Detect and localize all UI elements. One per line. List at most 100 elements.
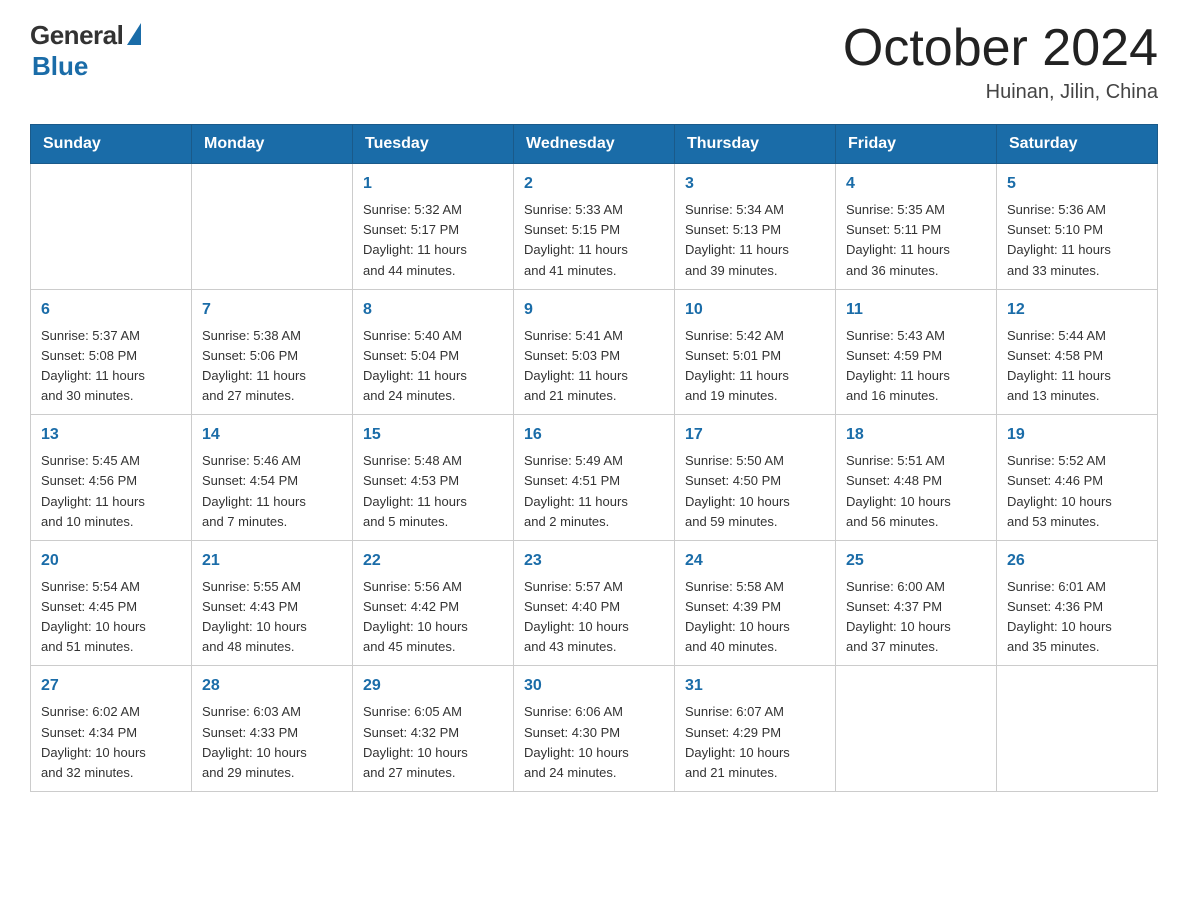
day-number: 10 [685, 298, 825, 322]
day-number: 23 [524, 549, 664, 573]
day-info: Sunrise: 6:03 AM Sunset: 4:33 PM Dayligh… [202, 702, 342, 783]
day-number: 28 [202, 674, 342, 698]
day-info: Sunrise: 5:41 AM Sunset: 5:03 PM Dayligh… [524, 326, 664, 407]
calendar-week-row: 27 Sunrise: 6:02 AM Sunset: 4:34 PM Dayli… [31, 666, 1158, 792]
day-info: Sunrise: 6:07 AM Sunset: 4:29 PM Dayligh… [685, 702, 825, 783]
day-info: Sunrise: 5:38 AM Sunset: 5:06 PM Dayligh… [202, 326, 342, 407]
calendar-table: SundayMondayTuesdayWednesdayThursdayFrid… [30, 124, 1158, 792]
calendar-day-cell: 28 Sunrise: 6:03 AM Sunset: 4:33 PM Dayli… [192, 666, 353, 792]
day-info: Sunrise: 5:48 AM Sunset: 4:53 PM Dayligh… [363, 451, 503, 532]
day-info: Sunrise: 5:54 AM Sunset: 4:45 PM Dayligh… [41, 577, 181, 658]
day-info: Sunrise: 5:49 AM Sunset: 4:51 PM Dayligh… [524, 451, 664, 532]
page-header: General Blue October 2024 Huinan, Jilin,… [30, 20, 1158, 104]
calendar-day-cell: 10 Sunrise: 5:42 AM Sunset: 5:01 PM Dayli… [675, 289, 836, 415]
day-number: 20 [41, 549, 181, 573]
day-number: 22 [363, 549, 503, 573]
calendar-day-cell: 19Sunrise: 5:52 AM Sunset: 4:46 PM Dayli… [997, 415, 1158, 541]
day-info: Sunrise: 5:46 AM Sunset: 4:54 PM Dayligh… [202, 451, 342, 532]
day-number: 16 [524, 423, 664, 447]
month-title: October 2024 [843, 20, 1158, 77]
day-info: Sunrise: 6:00 AM Sunset: 4:37 PM Dayligh… [846, 577, 986, 658]
day-number: 5 [1007, 172, 1147, 196]
day-info: Sunrise: 5:45 AM Sunset: 4:56 PM Dayligh… [41, 451, 181, 532]
day-info: Sunrise: 6:02 AM Sunset: 4:34 PM Dayligh… [41, 702, 181, 783]
calendar-day-cell: 5 Sunrise: 5:36 AM Sunset: 5:10 PM Daylig… [997, 164, 1158, 290]
calendar-day-cell: 9Sunrise: 5:41 AM Sunset: 5:03 PM Daylig… [514, 289, 675, 415]
day-number: 31 [685, 674, 825, 698]
day-number: 12 [1007, 298, 1147, 322]
calendar-day-cell: 3Sunrise: 5:34 AM Sunset: 5:13 PM Daylig… [675, 164, 836, 290]
calendar-day-cell: 23 Sunrise: 5:57 AM Sunset: 4:40 PM Dayli… [514, 540, 675, 666]
calendar-week-row: 1 Sunrise: 5:32 AM Sunset: 5:17 PM Daylig… [31, 164, 1158, 290]
calendar-empty-cell [31, 164, 192, 290]
calendar-empty-cell [192, 164, 353, 290]
calendar-day-cell: 14 Sunrise: 5:46 AM Sunset: 4:54 PM Dayli… [192, 415, 353, 541]
calendar-day-cell: 2Sunrise: 5:33 AM Sunset: 5:15 PM Daylig… [514, 164, 675, 290]
calendar-day-cell: 22 Sunrise: 5:56 AM Sunset: 4:42 PM Dayli… [353, 540, 514, 666]
day-info: Sunrise: 5:32 AM Sunset: 5:17 PM Dayligh… [363, 200, 503, 281]
calendar-day-cell: 17 Sunrise: 5:50 AM Sunset: 4:50 PM Dayli… [675, 415, 836, 541]
weekday-header-friday: Friday [836, 125, 997, 164]
day-info: Sunrise: 5:56 AM Sunset: 4:42 PM Dayligh… [363, 577, 503, 658]
calendar-day-cell: 1 Sunrise: 5:32 AM Sunset: 5:17 PM Daylig… [353, 164, 514, 290]
day-info: Sunrise: 6:05 AM Sunset: 4:32 PM Dayligh… [363, 702, 503, 783]
calendar-day-cell: 30 Sunrise: 6:06 AM Sunset: 4:30 PM Dayli… [514, 666, 675, 792]
day-info: Sunrise: 5:42 AM Sunset: 5:01 PM Dayligh… [685, 326, 825, 407]
weekday-header-monday: Monday [192, 125, 353, 164]
calendar-header-row: SundayMondayTuesdayWednesdayThursdayFrid… [31, 125, 1158, 164]
calendar-day-cell: 4 Sunrise: 5:35 AM Sunset: 5:11 PM Daylig… [836, 164, 997, 290]
day-info: Sunrise: 5:37 AM Sunset: 5:08 PM Dayligh… [41, 326, 181, 407]
logo-triangle-icon [127, 23, 141, 45]
calendar-day-cell: 26 Sunrise: 6:01 AM Sunset: 4:36 PM Dayli… [997, 540, 1158, 666]
weekday-header-saturday: Saturday [997, 125, 1158, 164]
calendar-day-cell: 20 Sunrise: 5:54 AM Sunset: 4:45 PM Dayli… [31, 540, 192, 666]
day-info: Sunrise: 5:36 AM Sunset: 5:10 PM Dayligh… [1007, 200, 1147, 281]
day-number: 27 [41, 674, 181, 698]
day-info: Sunrise: 5:43 AM Sunset: 4:59 PM Dayligh… [846, 326, 986, 407]
day-info: Sunrise: 5:52 AM Sunset: 4:46 PM Dayligh… [1007, 451, 1147, 532]
day-info: Sunrise: 6:01 AM Sunset: 4:36 PM Dayligh… [1007, 577, 1147, 658]
day-info: Sunrise: 5:51 AM Sunset: 4:48 PM Dayligh… [846, 451, 986, 532]
calendar-day-cell: 31 Sunrise: 6:07 AM Sunset: 4:29 PM Dayli… [675, 666, 836, 792]
day-info: Sunrise: 5:40 AM Sunset: 5:04 PM Dayligh… [363, 326, 503, 407]
day-number: 13 [41, 423, 181, 447]
day-number: 11 [846, 298, 986, 322]
calendar-day-cell: 13 Sunrise: 5:45 AM Sunset: 4:56 PM Dayli… [31, 415, 192, 541]
day-info: Sunrise: 5:57 AM Sunset: 4:40 PM Dayligh… [524, 577, 664, 658]
calendar-day-cell: 7 Sunrise: 5:38 AM Sunset: 5:06 PM Daylig… [192, 289, 353, 415]
calendar-week-row: 6 Sunrise: 5:37 AM Sunset: 5:08 PM Daylig… [31, 289, 1158, 415]
day-number: 1 [363, 172, 503, 196]
logo-general-text: General [30, 20, 123, 51]
day-number: 8 [363, 298, 503, 322]
calendar-day-cell: 12 Sunrise: 5:44 AM Sunset: 4:58 PM Dayli… [997, 289, 1158, 415]
day-info: Sunrise: 5:44 AM Sunset: 4:58 PM Dayligh… [1007, 326, 1147, 407]
day-number: 4 [846, 172, 986, 196]
day-number: 7 [202, 298, 342, 322]
day-info: Sunrise: 5:35 AM Sunset: 5:11 PM Dayligh… [846, 200, 986, 281]
calendar-day-cell: 6 Sunrise: 5:37 AM Sunset: 5:08 PM Daylig… [31, 289, 192, 415]
day-info: Sunrise: 5:50 AM Sunset: 4:50 PM Dayligh… [685, 451, 825, 532]
logo-blue-text: Blue [32, 51, 88, 82]
day-number: 14 [202, 423, 342, 447]
calendar-empty-cell [836, 666, 997, 792]
title-section: October 2024 Huinan, Jilin, China [843, 20, 1158, 104]
day-number: 26 [1007, 549, 1147, 573]
calendar-day-cell: 11 Sunrise: 5:43 AM Sunset: 4:59 PM Dayli… [836, 289, 997, 415]
day-number: 30 [524, 674, 664, 698]
calendar-day-cell: 29Sunrise: 6:05 AM Sunset: 4:32 PM Dayli… [353, 666, 514, 792]
day-number: 18 [846, 423, 986, 447]
day-info: Sunrise: 5:58 AM Sunset: 4:39 PM Dayligh… [685, 577, 825, 658]
calendar-day-cell: 24Sunrise: 5:58 AM Sunset: 4:39 PM Dayli… [675, 540, 836, 666]
logo: General Blue [30, 20, 141, 82]
calendar-day-cell: 16 Sunrise: 5:49 AM Sunset: 4:51 PM Dayli… [514, 415, 675, 541]
calendar-day-cell: 25Sunrise: 6:00 AM Sunset: 4:37 PM Dayli… [836, 540, 997, 666]
day-info: Sunrise: 5:33 AM Sunset: 5:15 PM Dayligh… [524, 200, 664, 281]
calendar-week-row: 13 Sunrise: 5:45 AM Sunset: 4:56 PM Dayli… [31, 415, 1158, 541]
day-number: 6 [41, 298, 181, 322]
day-info: Sunrise: 6:06 AM Sunset: 4:30 PM Dayligh… [524, 702, 664, 783]
day-number: 15 [363, 423, 503, 447]
calendar-empty-cell [997, 666, 1158, 792]
calendar-day-cell: 8 Sunrise: 5:40 AM Sunset: 5:04 PM Daylig… [353, 289, 514, 415]
weekday-header-thursday: Thursday [675, 125, 836, 164]
day-number: 17 [685, 423, 825, 447]
